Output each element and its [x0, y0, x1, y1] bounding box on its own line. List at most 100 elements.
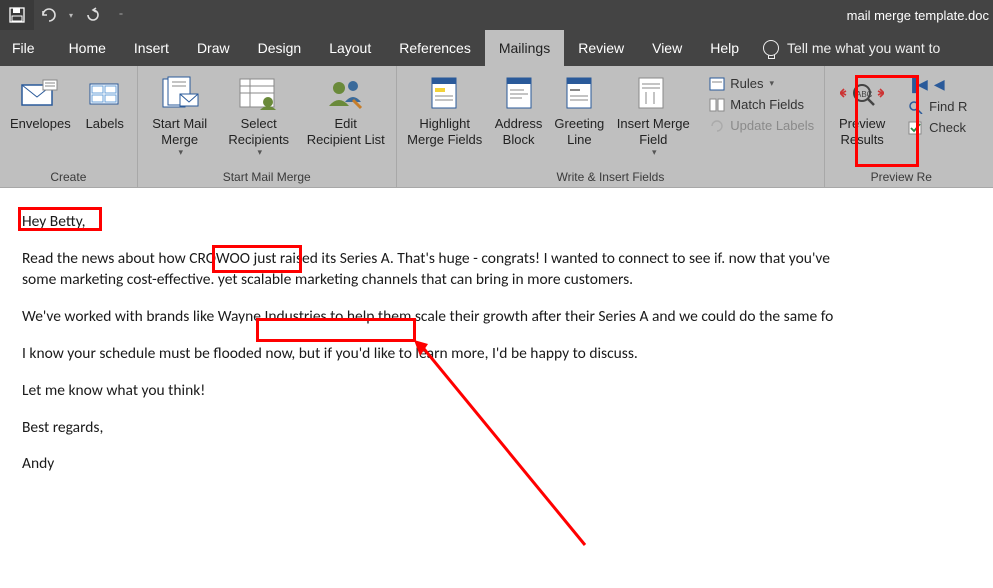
check-errors-button[interactable]: Check — [903, 118, 971, 137]
check-errors-label: Check — [929, 120, 966, 135]
save-icon — [9, 7, 25, 23]
check-errors-icon — [907, 121, 925, 135]
tab-file[interactable]: File — [0, 30, 55, 66]
start-mail-merge-icon — [158, 72, 202, 116]
highlight-fields-icon — [428, 72, 462, 116]
envelope-icon — [21, 72, 59, 116]
labels-button[interactable]: Labels — [79, 70, 131, 134]
preview-results-icon: ABC — [840, 72, 884, 116]
update-labels-button: Update Labels — [704, 116, 818, 135]
address-block-label: Address Block — [495, 116, 543, 147]
rules-label: Rules — [730, 76, 763, 91]
greeting-line-button[interactable]: Greeting Line — [550, 70, 608, 149]
envelopes-button[interactable]: Envelopes — [6, 70, 75, 134]
redo-button[interactable] — [78, 0, 108, 30]
merge-field-reference: Wayne Industries — [218, 307, 327, 326]
address-block-icon — [504, 72, 534, 116]
undo-icon — [40, 8, 58, 22]
rules-icon — [708, 77, 726, 91]
paragraph-1: Read the news about how CROWOO just rais… — [22, 249, 993, 291]
envelopes-label: Envelopes — [10, 116, 71, 132]
ribbon: Envelopes Labels Create Start Mail Merge… — [0, 66, 993, 188]
select-recipients-button[interactable]: Select Recipients▾ — [220, 70, 298, 160]
first-record-icon[interactable]: ▐◀ — [907, 76, 928, 93]
greeting-prefix: Hey — [22, 212, 50, 231]
group-start-mail-merge: Start Mail Merge▾ Select Recipients▾ Edi… — [138, 66, 397, 187]
document-body[interactable]: Hey Betty, Read the news about how CROWO… — [0, 188, 993, 475]
group-preview-label: Preview Re — [825, 168, 977, 187]
match-fields-icon — [708, 98, 726, 112]
tab-help[interactable]: Help — [696, 30, 753, 66]
paragraph-4: Let me know what you think! — [22, 381, 993, 402]
group-preview-results: ABC Preview Results ▐◀ ◀ Find R Check — [825, 66, 977, 187]
start-mail-merge-label: Start Mail Merge — [152, 116, 207, 147]
labels-label: Labels — [86, 116, 124, 132]
edit-recipient-list-button[interactable]: Edit Recipient List — [302, 70, 390, 149]
chevron-down-icon: ▾ — [178, 147, 183, 158]
tab-home[interactable]: Home — [55, 30, 120, 66]
preview-results-button[interactable]: ABC Preview Results — [831, 70, 893, 149]
find-recipient-button[interactable]: Find R — [903, 97, 971, 116]
p2-d: some marketing cost-effective. yet scala… — [22, 270, 633, 289]
tab-design[interactable]: Design — [244, 30, 316, 66]
quick-access-toolbar: ▾ ⁼ — [0, 0, 128, 30]
document-title: mail merge template.doc — [847, 8, 993, 23]
tab-mailings[interactable]: Mailings — [485, 30, 564, 66]
lightbulb-icon — [763, 40, 779, 56]
select-recipients-icon — [238, 72, 280, 116]
tab-layout[interactable]: Layout — [315, 30, 385, 66]
greeting-line-icon — [564, 72, 594, 116]
qat-customize[interactable]: ⁼ — [114, 11, 128, 20]
edit-recipient-list-label: Edit Recipient List — [307, 116, 385, 147]
match-fields-label: Match Fields — [730, 97, 804, 112]
labels-icon — [88, 72, 122, 116]
update-labels-label: Update Labels — [730, 118, 814, 133]
tell-me-label: Tell me what you want to — [787, 40, 940, 56]
undo-button[interactable] — [34, 0, 64, 30]
chevron-down-icon: ▾ — [257, 147, 262, 158]
paragraph-3: I know your schedule must be flooded now… — [22, 344, 993, 365]
group-create-label: Create — [0, 168, 137, 187]
group-write-insert-label: Write & Insert Fields — [397, 168, 824, 187]
select-recipients-label: Select Recipients — [228, 116, 289, 147]
prev-record-icon[interactable]: ◀ — [934, 76, 945, 93]
svg-text:ABC: ABC — [856, 90, 873, 99]
p2-a: Read the news about how — [22, 249, 189, 268]
redo-icon — [85, 7, 101, 23]
tell-me-search[interactable]: Tell me what you want to — [763, 30, 940, 66]
highlight-merge-fields-button[interactable]: Highlight Merge Fields — [403, 70, 487, 149]
insert-merge-field-label: Insert Merge Field — [617, 116, 690, 147]
rules-button[interactable]: Rules▾ — [704, 74, 818, 93]
greeting-line-text: Hey Betty, — [22, 212, 993, 233]
edit-recipient-list-icon — [325, 72, 367, 116]
undo-dropdown[interactable]: ▾ — [64, 11, 78, 20]
tab-references[interactable]: References — [385, 30, 485, 66]
tab-insert[interactable]: Insert — [120, 30, 183, 66]
preview-results-label: Preview Results — [839, 116, 885, 147]
insert-merge-field-button[interactable]: Insert Merge Field▾ — [612, 70, 694, 160]
update-labels-icon — [708, 119, 726, 133]
tab-view[interactable]: View — [638, 30, 696, 66]
group-start-mail-merge-label: Start Mail Merge — [138, 168, 396, 187]
tab-review[interactable]: Review — [564, 30, 638, 66]
p3-a: We've worked with brands like — [22, 307, 218, 326]
insert-merge-field-icon — [636, 72, 670, 116]
record-nav[interactable]: ▐◀ ◀ — [903, 74, 971, 95]
match-fields-button[interactable]: Match Fields — [704, 95, 818, 114]
p2-c: just raised its Series A. That's huge - … — [250, 249, 830, 268]
paragraph-2: We've worked with brands like Wayne Indu… — [22, 307, 993, 328]
signature: Andy — [22, 454, 993, 475]
highlight-merge-fields-label: Highlight Merge Fields — [407, 116, 482, 147]
title-bar: ▾ ⁼ mail merge template.doc — [0, 0, 993, 30]
group-write-insert: Highlight Merge Fields Address Block Gre… — [397, 66, 825, 187]
chevron-down-icon: ▾ — [652, 147, 657, 158]
start-mail-merge-button[interactable]: Start Mail Merge▾ — [144, 70, 216, 160]
address-block-button[interactable]: Address Block — [491, 70, 547, 149]
save-button[interactable] — [0, 0, 34, 30]
greeting-line-label: Greeting Line — [554, 116, 604, 147]
find-recipient-label: Find R — [929, 99, 967, 114]
tab-draw[interactable]: Draw — [183, 30, 244, 66]
merge-field-company: CROWOO — [189, 249, 250, 268]
closing: Best regards, — [22, 418, 993, 439]
p3-c: to help them scale their growth after th… — [327, 307, 834, 326]
